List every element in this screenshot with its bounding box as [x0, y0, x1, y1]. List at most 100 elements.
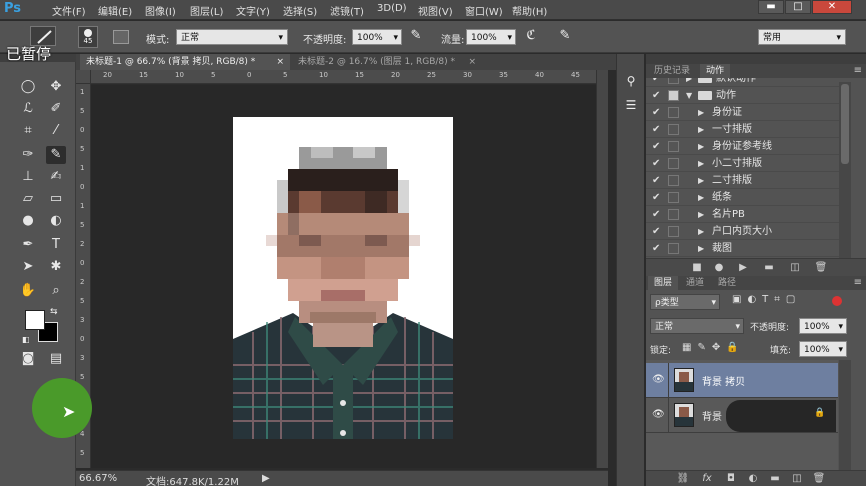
dialog-toggle-checkbox[interactable]: [668, 107, 679, 118]
close-button[interactable]: ✕: [812, 0, 852, 14]
layer-name[interactable]: 背景 拷贝: [702, 373, 745, 388]
id-photo-canvas[interactable]: [233, 117, 453, 439]
swap-colors-icon[interactable]: ⇆: [50, 307, 58, 317]
panel-menu-icon[interactable]: ≡: [854, 65, 862, 76]
zoom-level[interactable]: 66.67%: [79, 473, 117, 484]
menu-window[interactable]: 窗口(W): [465, 3, 503, 18]
action-row[interactable]: ✔ ▶ 小二寸排版: [646, 155, 839, 172]
group-icon[interactable]: ▬: [768, 472, 782, 486]
fill-input[interactable]: 100% ▾: [799, 341, 847, 357]
layers-scrollbar[interactable]: [839, 360, 851, 470]
opacity-input[interactable]: 100% ▾: [352, 29, 402, 45]
tool-presets-panel-icon[interactable]: ⚲: [622, 74, 640, 92]
action-row[interactable]: ✔ ▶ 裁图: [646, 240, 839, 257]
action-row[interactable]: ✔ ▶ 身份证参考线: [646, 138, 839, 155]
action-row[interactable]: ✔ ▶ 二寸排版: [646, 172, 839, 189]
dialog-toggle-checkbox[interactable]: [668, 90, 679, 101]
gradient-tool-icon[interactable]: ▭: [46, 190, 66, 208]
chevron-icon[interactable]: ▶: [698, 172, 704, 189]
delete-icon[interactable]: 🗑: [814, 261, 828, 275]
menu-type[interactable]: 文字(Y): [236, 3, 270, 18]
action-row[interactable]: ✔ ▶ 名片PB: [646, 206, 839, 223]
move-tool-icon[interactable]: ✥: [46, 78, 66, 96]
status-menu-arrow-icon[interactable]: ▶: [262, 473, 270, 484]
close-icon[interactable]: ×: [276, 54, 284, 70]
action-enabled-checkbox[interactable]: ✔: [652, 189, 664, 206]
tab-channels[interactable]: 通道: [680, 276, 710, 290]
crop-tool-icon[interactable]: ⌗: [18, 122, 38, 140]
action-row[interactable]: ✔ ▼ 动作: [646, 87, 839, 104]
path-selection-tool-icon[interactable]: ➤: [18, 258, 38, 276]
pen-tool-icon[interactable]: ✒: [18, 236, 38, 254]
dialog-toggle-checkbox[interactable]: [668, 141, 679, 152]
tab-actions[interactable]: 动作: [700, 64, 731, 78]
action-enabled-checkbox[interactable]: ✔: [652, 87, 664, 104]
action-enabled-checkbox[interactable]: ✔: [652, 104, 664, 121]
dialog-toggle-checkbox[interactable]: [668, 175, 679, 186]
play-icon[interactable]: ▶: [736, 261, 750, 275]
action-row[interactable]: ✔ ▶ 纸条: [646, 189, 839, 206]
menu-filter[interactable]: 滤镜(T): [330, 3, 364, 18]
chevron-icon[interactable]: ▶: [698, 155, 704, 172]
menu-3d[interactable]: 3D(D): [377, 3, 407, 14]
chevron-icon[interactable]: ▶: [698, 138, 704, 155]
menu-view[interactable]: 视图(V): [418, 3, 453, 18]
new-action-icon[interactable]: ◫: [788, 261, 802, 275]
eraser-tool-icon[interactable]: ▱: [18, 190, 38, 208]
lasso-tool-icon[interactable]: ℒ: [18, 100, 38, 118]
tab-document-2[interactable]: 未标题-2 @ 16.7% (图层 1, RGB/8) * ×: [292, 54, 482, 70]
blur-tool-icon[interactable]: ●: [18, 212, 38, 230]
action-enabled-checkbox[interactable]: ✔: [652, 155, 664, 172]
brush-preset-picker[interactable]: 45: [78, 26, 98, 48]
chevron-icon[interactable]: ▶: [698, 121, 704, 138]
foreground-color-swatch[interactable]: [25, 310, 45, 330]
chevron-icon[interactable]: ▼: [686, 87, 692, 104]
airbrush-icon[interactable]: ℭ: [522, 28, 540, 46]
new-set-icon[interactable]: ▬: [762, 261, 776, 275]
pressure-opacity-icon[interactable]: ✎: [407, 28, 425, 46]
dialog-toggle-checkbox[interactable]: [668, 78, 679, 84]
layer-filter-kind[interactable]: ρ类型 ▾: [650, 294, 720, 310]
chevron-icon[interactable]: ▶: [698, 189, 704, 206]
chevron-icon[interactable]: ▶: [698, 104, 704, 121]
actions-scroll-thumb[interactable]: [841, 84, 849, 164]
chevron-icon[interactable]: ▶: [698, 223, 704, 240]
panel-menu-icon[interactable]: ≡: [854, 277, 862, 288]
marquee-tool-icon[interactable]: ◯: [18, 78, 38, 96]
layer-name[interactable]: 背景: [702, 408, 722, 423]
tab-paths[interactable]: 路径: [712, 276, 742, 290]
type-tool-icon[interactable]: T: [46, 236, 66, 254]
action-row[interactable]: ✔ ▶ 默认动作: [646, 78, 839, 87]
eye-icon[interactable]: 👁: [652, 409, 665, 420]
action-row[interactable]: ✔ ▶ 身份证: [646, 104, 839, 121]
maximize-button[interactable]: □: [785, 0, 811, 14]
action-enabled-checkbox[interactable]: ✔: [652, 138, 664, 155]
adjustment-icon[interactable]: ◐: [746, 472, 760, 486]
shape-tool-icon[interactable]: ✱: [46, 258, 66, 276]
layer-opacity-input[interactable]: 100% ▾: [799, 318, 847, 334]
dialog-toggle-checkbox[interactable]: [668, 209, 679, 220]
action-row[interactable]: ✔ ▶ 户口内页大小: [646, 223, 839, 240]
menu-edit[interactable]: 编辑(E): [98, 3, 132, 18]
action-enabled-checkbox[interactable]: ✔: [652, 240, 664, 257]
quick-mask-icon[interactable]: ◙: [18, 350, 38, 368]
menu-file[interactable]: 文件(F): [52, 3, 86, 18]
eyedropper-tool-icon[interactable]: ⁄: [46, 122, 66, 140]
tab-layers[interactable]: 图层: [648, 276, 679, 290]
menu-select[interactable]: 选择(S): [283, 3, 317, 18]
menu-image[interactable]: 图像(I): [145, 3, 176, 18]
chevron-icon[interactable]: ▶: [698, 206, 704, 223]
ruler-origin[interactable]: [76, 70, 91, 84]
eye-icon[interactable]: 👁: [652, 374, 665, 385]
dialog-toggle-checkbox[interactable]: [668, 124, 679, 135]
history-brush-tool-icon[interactable]: ✍: [46, 168, 66, 186]
link-icon[interactable]: ⛓: [676, 472, 690, 486]
mode-select[interactable]: 正常 ▾: [176, 29, 288, 45]
action-enabled-checkbox[interactable]: ✔: [652, 223, 664, 240]
dialog-toggle-checkbox[interactable]: [668, 192, 679, 203]
brush-panel-toggle-icon[interactable]: [113, 30, 129, 44]
chevron-icon[interactable]: ▶: [698, 240, 704, 257]
brush-tool-icon[interactable]: ✎: [46, 146, 66, 164]
tab-history[interactable]: 历史记录: [648, 64, 696, 78]
menu-help[interactable]: 帮助(H): [512, 3, 547, 18]
